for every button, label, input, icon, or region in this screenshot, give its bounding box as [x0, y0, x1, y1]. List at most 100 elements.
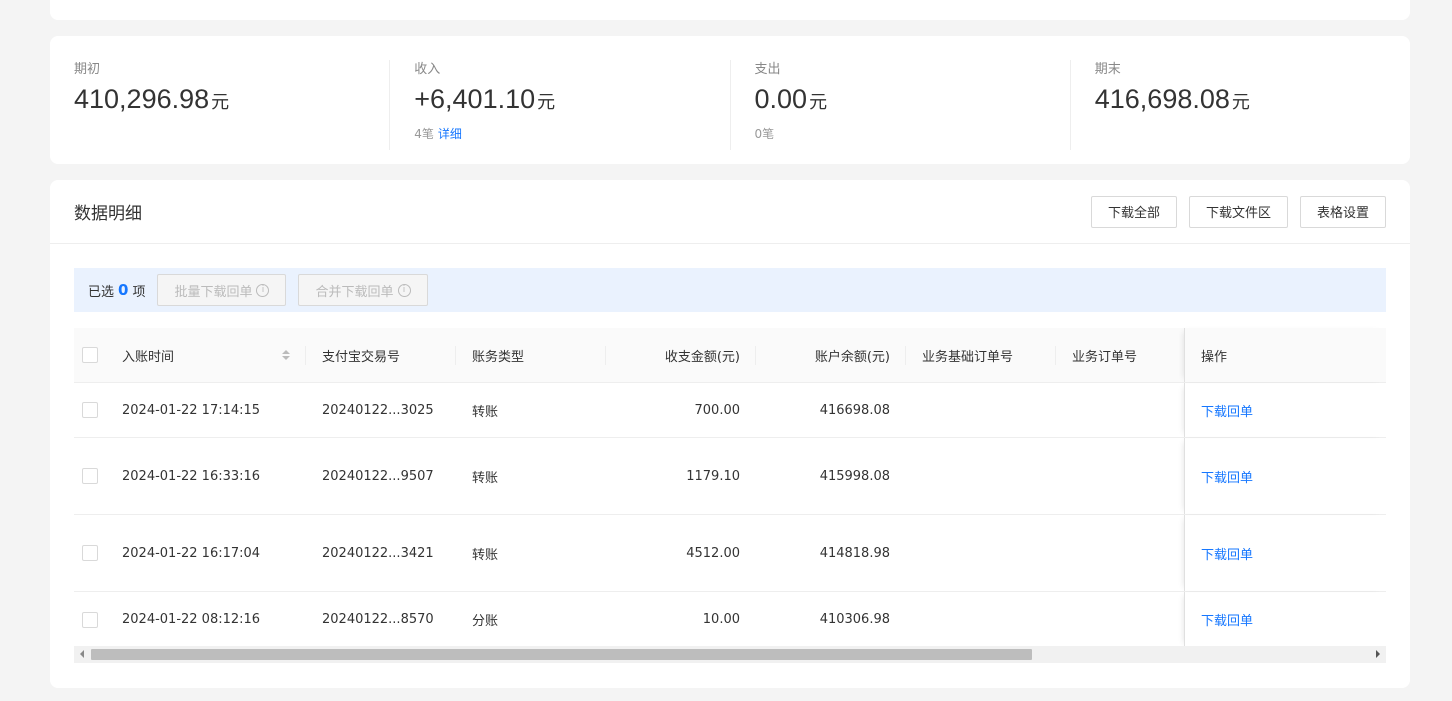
cell-type: 分账	[472, 614, 499, 629]
header-buttons: 下载全部 下载文件区 表格设置	[1090, 195, 1386, 228]
scroll-right-arrow-icon[interactable]	[1376, 650, 1380, 658]
download-receipt-link[interactable]: 下载回单	[1201, 544, 1253, 563]
horizontal-scrollbar[interactable]	[74, 646, 1386, 663]
summary-amount: +6,401.10	[414, 84, 536, 114]
header-id: 支付宝交易号	[306, 346, 456, 365]
header-order: 业务订单号	[1072, 349, 1138, 365]
table-row: 2024-01-22 08:12:16 20240122...8570 分账 1…	[74, 592, 1386, 647]
income-detail-link[interactable]: 详细	[438, 127, 462, 141]
batch-download-label: 批量下载回单	[174, 284, 253, 300]
row-checkbox-cell	[74, 402, 106, 418]
cell-balance: 415998.08	[819, 468, 890, 484]
cell-balance: 416698.08	[819, 402, 890, 418]
row-checkbox[interactable]	[82, 545, 98, 561]
cell-op: 下载回单	[1184, 438, 1386, 514]
table-row: 2024-01-22 17:14:15 20240122...3025 转账 7…	[74, 383, 1386, 438]
cell-time: 2024-01-22 08:12:16	[122, 612, 261, 627]
row-checkbox-cell	[74, 611, 106, 628]
detail-header: 数据明细 下载全部 下载文件区 表格设置	[50, 180, 1410, 244]
summary-income: 收入 +6,401.10 元 4笔 详细	[390, 60, 731, 150]
table-header-row: 入账时间 支付宝交易号 账务类型 收支金额(元) 账户余额(元) 业务基础订单号…	[74, 328, 1386, 383]
summary-amount: 0.00	[754, 84, 808, 114]
summary-value: +6,401.10 元	[414, 82, 705, 119]
cell-id: 20240122...3025	[322, 402, 434, 418]
merge-download-label: 合并下载回单	[315, 284, 394, 300]
cell-op: 下载回单	[1184, 515, 1386, 591]
selection-prefix: 已选	[88, 284, 115, 300]
summary-amount: 416,698.08	[1094, 84, 1230, 114]
top-card	[50, 0, 1410, 20]
batch-download-button[interactable]: 批量下载回单 i	[157, 274, 287, 306]
selection-count: 0	[118, 281, 129, 299]
cell-balance: 410306.98	[819, 612, 890, 627]
sort-icon[interactable]	[282, 350, 290, 360]
summary-unit: 元	[537, 92, 556, 112]
info-icon: i	[397, 283, 411, 297]
detail-title: 数据明细	[74, 204, 142, 224]
download-files-button[interactable]: 下载文件区	[1188, 195, 1288, 228]
summary-sub: 4笔 详细	[414, 125, 705, 142]
selection-suffix: 项	[132, 284, 146, 300]
summary-unit: 元	[1231, 92, 1250, 112]
summary-card: 期初 410,296.98 元 收入 +6,401.10 元 4笔 详细 支出 0.0…	[50, 36, 1410, 164]
cell-amount: 700.00	[694, 402, 741, 418]
row-checkbox[interactable]	[82, 402, 98, 418]
selection-bar: 已选 0 项 批量下载回单 i 合并下载回单 i	[74, 268, 1386, 312]
cell-time: 2024-01-22 16:33:16	[122, 468, 261, 484]
cell-amount: 10.00	[702, 612, 740, 627]
info-icon: i	[256, 283, 270, 297]
summary-label: 期初	[74, 62, 101, 77]
summary-value: 410,296.98 元	[74, 82, 365, 119]
header-time[interactable]: 入账时间	[106, 346, 306, 365]
summary-unit: 元	[211, 92, 230, 112]
summary-expense: 支出 0.00 元 0笔	[731, 60, 1071, 150]
select-all-checkbox[interactable]	[82, 347, 98, 363]
row-checkbox[interactable]	[82, 468, 98, 484]
header-type: 账务类型	[456, 346, 606, 365]
cell-type: 转账	[472, 470, 499, 486]
cell-id: 20240122...9507	[322, 468, 434, 484]
summary-label: 支出	[754, 62, 781, 77]
cell-id: 20240122...3421	[322, 545, 434, 561]
cell-balance: 414818.98	[819, 545, 890, 561]
cell-amount: 1179.10	[686, 468, 740, 484]
header-checkbox-cell	[74, 347, 106, 363]
summary-count: 0笔	[754, 127, 775, 141]
download-receipt-link[interactable]: 下载回单	[1201, 610, 1253, 629]
cell-type: 转账	[472, 404, 499, 420]
merge-download-button[interactable]: 合并下载回单 i	[298, 274, 428, 306]
scrollbar-thumb[interactable]	[91, 649, 1032, 660]
summary-count: 4笔	[414, 127, 434, 141]
transactions-table: 入账时间 支付宝交易号 账务类型 收支金额(元) 账户余额(元) 业务基础订单号…	[74, 328, 1386, 647]
cell-op: 下载回单	[1184, 383, 1386, 437]
cell-amount: 4512.00	[686, 545, 740, 561]
summary-sub: 0笔	[755, 125, 1046, 142]
cell-time: 2024-01-22 17:14:15	[122, 402, 261, 418]
summary-opening: 期初 410,296.98 元	[50, 60, 391, 150]
cell-time: 2024-01-22 16:17:04	[122, 545, 261, 561]
cell-type: 转账	[472, 547, 499, 563]
download-all-button[interactable]: 下载全部	[1090, 195, 1177, 228]
row-checkbox[interactable]	[82, 611, 98, 628]
table-row: 2024-01-22 16:33:16 20240122...9507 转账 1…	[74, 438, 1386, 515]
summary-unit: 元	[809, 92, 828, 112]
row-checkbox-cell	[74, 545, 106, 561]
download-receipt-link[interactable]: 下载回单	[1201, 467, 1253, 486]
header-amount: 收支金额(元)	[606, 346, 756, 365]
download-receipt-link[interactable]: 下载回单	[1201, 401, 1253, 420]
cell-op: 下载回单	[1184, 592, 1386, 647]
header-time-label: 入账时间	[122, 349, 175, 365]
cell-id: 20240122...8570	[322, 612, 434, 627]
summary-label: 收入	[414, 62, 441, 77]
table-row: 2024-01-22 16:17:04 20240122...3421 转账 4…	[74, 515, 1386, 592]
summary-closing: 期末 416,698.08 元	[1071, 60, 1410, 150]
scroll-left-arrow-icon[interactable]	[80, 650, 84, 658]
header-balance: 账户余额(元)	[756, 346, 906, 365]
row-checkbox-cell	[74, 468, 106, 484]
summary-label: 期末	[1094, 62, 1121, 77]
detail-card: 数据明细 下载全部 下载文件区 表格设置 已选 0 项 批量下载回单 i 合并下载…	[50, 180, 1410, 688]
summary-value: 416,698.08 元	[1095, 82, 1386, 119]
header-biz-order: 业务基础订单号	[906, 346, 1056, 365]
header-op: 操作	[1184, 328, 1386, 382]
table-settings-button[interactable]: 表格设置	[1299, 195, 1386, 228]
